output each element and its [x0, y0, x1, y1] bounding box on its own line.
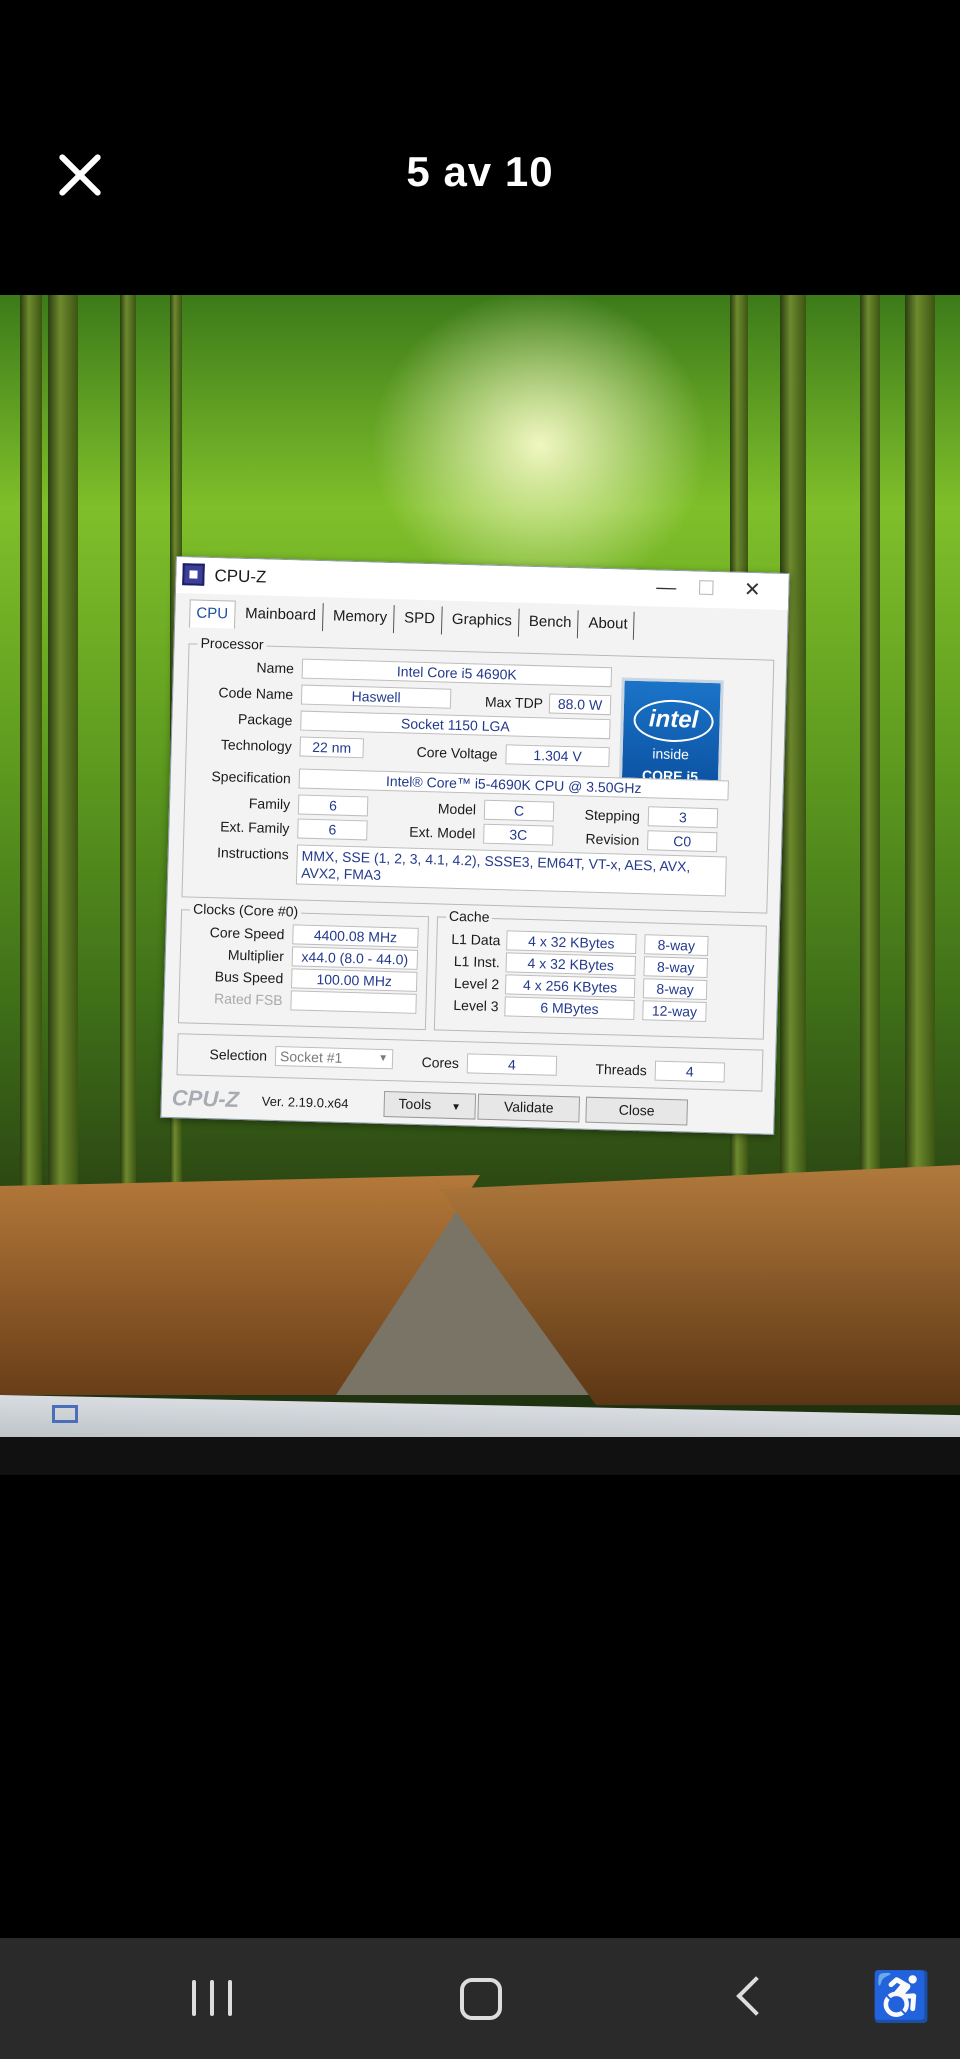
home-button[interactable]: [460, 1978, 502, 2020]
ratedfsb-value: [290, 990, 417, 1014]
instructions-label: Instructions: [216, 844, 289, 863]
recents-icon: [192, 1980, 196, 2016]
tab-memory[interactable]: Memory: [326, 603, 395, 634]
extfamily-value: 6: [297, 818, 368, 841]
family-label: Family: [248, 795, 291, 813]
socket-select-value: Socket #1: [279, 1048, 343, 1066]
busspeed-value: 100.00 MHz: [290, 968, 418, 992]
model-value: C: [483, 799, 555, 822]
validate-button[interactable]: Validate: [477, 1093, 581, 1123]
cores-value: 4: [466, 1053, 558, 1076]
tab-about[interactable]: About: [582, 610, 635, 640]
maximize-button[interactable]: ☐: [686, 575, 727, 602]
version-text: Ver. 2.19.0.x64: [261, 1093, 349, 1112]
tab-bar: CPU Mainboard Memory SPD Graphics Bench …: [189, 599, 639, 640]
codename-value: Haswell: [300, 684, 452, 709]
window-title: CPU-Z: [214, 566, 267, 587]
l3-label: Level 3: [453, 996, 499, 1015]
chevron-down-icon: ▼: [377, 1052, 389, 1065]
l1inst-value: 4 x 32 KBytes: [505, 952, 637, 976]
stepping-value: 3: [647, 806, 719, 829]
maxtdp-label: Max TDP: [484, 693, 544, 712]
viewer-top-bar: 5 av 10: [0, 0, 960, 295]
package-label: Package: [237, 710, 293, 729]
tab-spd[interactable]: SPD: [397, 605, 443, 635]
cpuz-app-icon: [182, 563, 205, 586]
back-button[interactable]: [720, 1968, 790, 2028]
family-value: 6: [297, 794, 369, 817]
cpuz-logo: CPU-Z: [171, 1085, 240, 1112]
name-label: Name: [256, 659, 295, 677]
chevron-down-icon: ▼: [450, 1101, 462, 1114]
socket-select[interactable]: Socket #1 ▼: [274, 1045, 394, 1070]
bamboo-stalk: [905, 295, 935, 1195]
busspeed-label: Bus Speed: [214, 968, 284, 987]
minimize-button[interactable]: —: [646, 574, 687, 601]
taskbar-icon: [52, 1405, 78, 1423]
tab-mainboard[interactable]: Mainboard: [238, 600, 324, 632]
revision-value: C0: [646, 830, 718, 853]
group-label: Cache: [445, 907, 493, 925]
extfamily-label: Ext. Family: [220, 818, 290, 837]
bamboo-stalk: [48, 295, 78, 1195]
extmodel-value: 3C: [483, 823, 554, 846]
tab-graphics[interactable]: Graphics: [445, 606, 520, 637]
tools-button-label: Tools: [398, 1095, 432, 1113]
l1data-way: 8-way: [644, 934, 709, 957]
specification-label: Specification: [211, 768, 292, 787]
l1inst-way: 8-way: [643, 956, 708, 979]
multiplier-value: x44.0 (8.0 - 44.0): [291, 946, 419, 970]
maxtdp-value: 88.0 W: [548, 693, 612, 716]
corespeed-label: Core Speed: [209, 924, 285, 943]
recents-button[interactable]: [178, 1968, 248, 2028]
threads-label: Threads: [595, 1060, 648, 1079]
intel-wordmark: intel: [633, 698, 715, 744]
technology-value: 22 nm: [299, 736, 364, 759]
multiplier-label: Multiplier: [227, 946, 285, 965]
model-label: Model: [437, 800, 477, 818]
l1inst-label: L1 Inst.: [453, 952, 501, 971]
codename-label: Code Name: [218, 684, 294, 703]
group-label: Processor: [197, 634, 267, 653]
recents-icon: [228, 1980, 232, 2016]
threads-value: 4: [654, 1060, 726, 1083]
group-label: Clocks (Core #0): [189, 900, 302, 920]
l1data-value: 4 x 32 KBytes: [506, 930, 637, 955]
technology-label: Technology: [220, 736, 292, 755]
cpuz-window: CPU-Z — ☐ ✕ CPU Mainboard Memory SPD Gra…: [160, 556, 790, 1135]
intel-inside-text: inside: [652, 745, 690, 763]
corevoltage-value: 1.304 V: [505, 744, 610, 768]
l2-value: 4 x 256 KBytes: [504, 974, 636, 998]
cores-label: Cores: [421, 1054, 460, 1072]
l2-label: Level 2: [453, 974, 500, 993]
photo: CPU-Z — ☐ ✕ CPU Mainboard Memory SPD Gra…: [0, 295, 960, 1475]
bamboo-stalk: [860, 295, 880, 1195]
revision-label: Revision: [585, 830, 640, 849]
corespeed-value: 4400.08 MHz: [292, 924, 419, 948]
ratedfsb-label: Rated FSB: [213, 990, 283, 1009]
monitor-base: [0, 1437, 960, 1475]
bamboo-stalk: [120, 295, 136, 1195]
recents-icon: [210, 1980, 214, 2016]
extmodel-label: Ext. Model: [409, 823, 476, 842]
bamboo-stalk: [20, 295, 42, 1195]
tools-button[interactable]: Tools ▼: [383, 1091, 477, 1120]
l1data-label: L1 Data: [451, 930, 501, 949]
close-button[interactable]: Close: [585, 1096, 689, 1126]
selection-label: Selection: [209, 1046, 268, 1064]
close-button[interactable]: ✕: [732, 577, 773, 604]
android-nav-bar: ♿: [0, 1938, 960, 2059]
image-counter: 5 av 10: [406, 148, 554, 195]
l3-value: 6 MBytes: [504, 996, 635, 1020]
accessibility-icon[interactable]: ♿: [866, 1968, 936, 2028]
stepping-label: Stepping: [584, 806, 641, 825]
tab-bench[interactable]: Bench: [522, 608, 579, 639]
tab-cpu[interactable]: CPU: [189, 599, 236, 629]
l3-way: 12-way: [642, 1000, 707, 1022]
l2-way: 8-way: [642, 978, 708, 1000]
